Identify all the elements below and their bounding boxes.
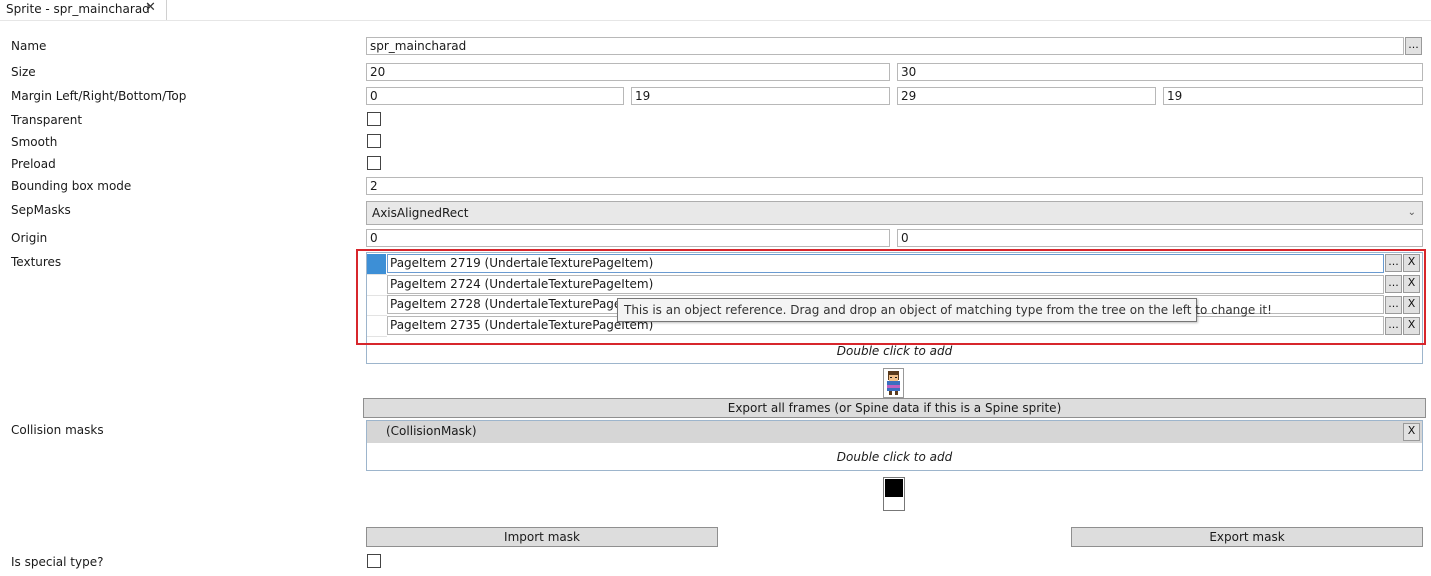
highlight-frame [356, 249, 1426, 345]
mask-preview [883, 477, 905, 511]
label-origin: Origin [11, 231, 48, 245]
sepmasks-dropdown[interactable]: AxisAlignedRect ⌄ [366, 201, 1423, 225]
margin-right-input[interactable]: 19 [631, 87, 890, 105]
label-margin: Margin Left/Right/Bottom/Top [11, 89, 187, 103]
export-mask-button[interactable]: Export mask [1071, 527, 1423, 547]
collision-mask-row[interactable] [367, 421, 1422, 443]
label-name: Name [11, 39, 47, 53]
origin-x-input[interactable]: 0 [366, 229, 890, 247]
chevron-down-icon: ⌄ [1407, 207, 1416, 218]
transparent-checkbox[interactable] [367, 112, 381, 126]
object-reference-tooltip: This is an object reference. Drag and dr… [617, 298, 1272, 322]
label-bbox-mode: Bounding box mode [11, 179, 132, 193]
close-icon[interactable]: ✕ [145, 0, 156, 15]
sprite-preview-icon [883, 368, 904, 398]
label-collision-masks: Collision masks [11, 423, 104, 437]
label-transparent: Transparent [11, 113, 83, 127]
label-special-type: Is special type? [11, 555, 104, 569]
collision-masks-add-hint[interactable]: Double click to add [366, 450, 1423, 464]
mask-preview-fill [885, 479, 903, 497]
export-frames-button[interactable]: Export all frames (or Spine data if this… [363, 398, 1426, 418]
origin-y-input[interactable]: 0 [897, 229, 1423, 247]
label-textures: Textures [11, 255, 62, 269]
label-sepmasks: SepMasks [11, 203, 71, 217]
sepmasks-selected: AxisAlignedRect [372, 206, 469, 220]
label-smooth: Smooth [11, 135, 58, 149]
margin-left-input[interactable]: 0 [366, 87, 624, 105]
label-size: Size [11, 65, 36, 79]
size-height-input[interactable]: 30 [897, 63, 1423, 81]
margin-top-input[interactable]: 19 [1163, 87, 1423, 105]
textures-add-hint[interactable]: Double click to add [366, 344, 1423, 358]
document-tab[interactable]: Sprite - spr_maincharad ✕ [0, 0, 167, 20]
label-preload: Preload [11, 157, 56, 171]
collision-mask-label: (CollisionMask) [386, 424, 477, 438]
preload-checkbox[interactable] [367, 156, 381, 170]
size-width-input[interactable]: 20 [366, 63, 890, 81]
name-input[interactable]: spr_maincharad [366, 37, 1404, 55]
collision-mask-remove-button[interactable]: X [1403, 423, 1420, 441]
margin-bottom-input[interactable]: 29 [897, 87, 1156, 105]
sprite-image [884, 369, 903, 397]
bbox-mode-input[interactable]: 2 [366, 177, 1423, 195]
smooth-checkbox[interactable] [367, 134, 381, 148]
import-mask-button[interactable]: Import mask [366, 527, 718, 547]
special-type-checkbox[interactable] [367, 554, 381, 568]
name-browse-button[interactable]: ... [1405, 37, 1422, 55]
tab-divider [0, 20, 1431, 21]
tab-title: Sprite - spr_maincharad [6, 2, 150, 16]
